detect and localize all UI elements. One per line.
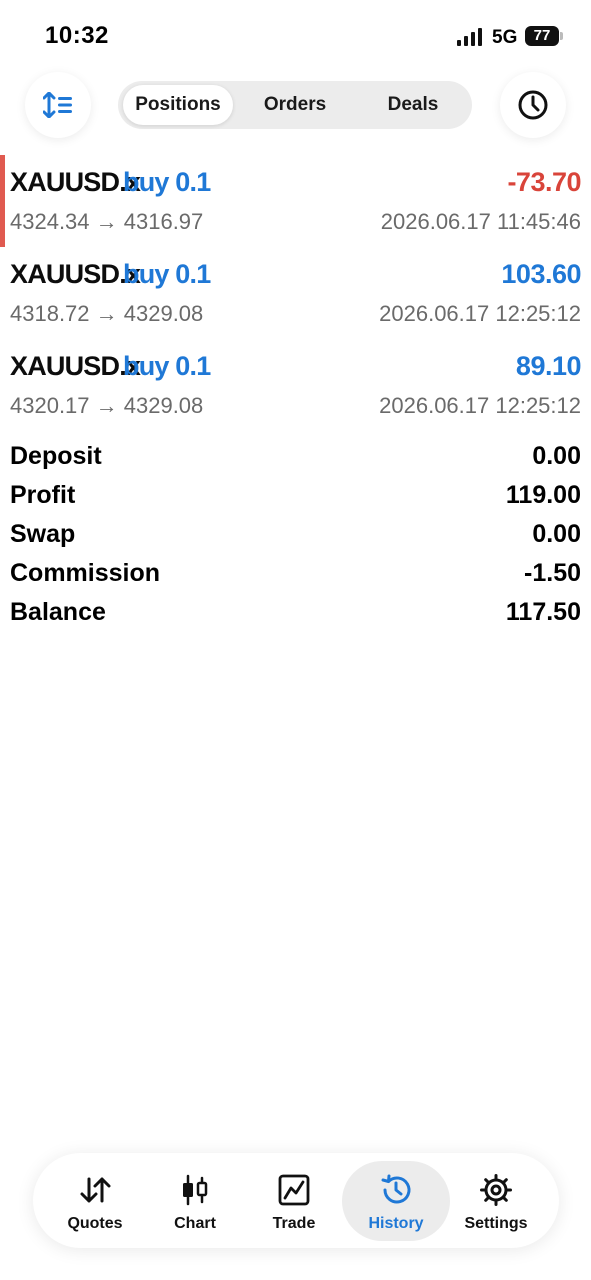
summary-label: Profit [10, 481, 76, 509]
deal-side: buy 0.1 [123, 351, 211, 381]
summary-label: Balance [10, 598, 106, 626]
segment-deals[interactable]: Deals [356, 85, 470, 125]
quotes-arrows-icon [80, 1177, 111, 1203]
network-label: 5G [492, 27, 518, 48]
tab-label: Quotes [67, 1215, 123, 1232]
gear-icon [480, 1174, 512, 1206]
history-summary: Deposit 0.00 Profit 119.00 Swap 0.00 Com… [10, 438, 581, 633]
deal-side: buy 0.1 [123, 259, 211, 289]
battery-icon: 77 [525, 26, 559, 46]
tab-chart[interactable]: Chart [143, 1161, 247, 1241]
summary-label: Commission [10, 559, 161, 587]
deal-symbol: XAUUSD.x [10, 351, 141, 381]
deal-profit: -73.70 [507, 167, 581, 197]
status-bar: 10:32 5G 77 [0, 0, 591, 70]
deal-side: buy 0.1 [123, 167, 211, 197]
summary-value: 0.00 [532, 520, 581, 548]
deal-prices: 4318.72 → 4329.08 [10, 301, 204, 326]
summary-label: Deposit [10, 442, 102, 470]
deal-row[interactable]: XAUUSD.x buy 0.1 89.10 4320.17 → 4329.08… [0, 339, 591, 431]
summary-value: 0.00 [532, 442, 581, 470]
tab-label: Settings [464, 1215, 528, 1232]
bottom-tab-bar: Quotes Chart Trade History Settings [33, 1153, 559, 1248]
summary-value: -1.50 [524, 559, 581, 587]
candlestick-icon [183, 1174, 208, 1206]
tab-settings[interactable]: Settings [444, 1161, 548, 1241]
status-time: 10:32 [45, 22, 109, 49]
deal-profit: 89.10 [515, 351, 582, 381]
deal-row[interactable]: XAUUSD.x buy 0.1 -73.70 4324.34 → 4316.9… [0, 155, 591, 247]
deal-time: 2026.06.17 12:25:12 [379, 301, 581, 326]
trade-chart-icon [278, 1174, 310, 1206]
deal-symbol: XAUUSD.x [10, 259, 141, 289]
tab-trade[interactable]: Trade [242, 1161, 346, 1241]
summary-commission: Commission -1.50 [10, 555, 581, 594]
tab-quotes[interactable]: Quotes [43, 1161, 147, 1241]
tab-history[interactable]: History [342, 1161, 450, 1241]
sort-button[interactable] [25, 72, 91, 138]
tab-label: History [368, 1215, 424, 1232]
deal-row[interactable]: XAUUSD.x buy 0.1 103.60 4318.72 → 4329.0… [0, 247, 591, 339]
summary-swap: Swap 0.00 [10, 516, 581, 555]
summary-value: 119.00 [505, 481, 581, 509]
sort-icon [43, 92, 72, 118]
deal-prices: 4320.17 → 4329.08 [10, 393, 204, 418]
battery-level: 77 [533, 27, 551, 44]
tab-label: Trade [272, 1215, 316, 1232]
segment-orders[interactable]: Orders [238, 85, 352, 125]
deal-profit: 103.60 [501, 259, 581, 289]
tab-label: Chart [174, 1215, 216, 1232]
segment-positions[interactable]: Positions [123, 85, 233, 125]
summary-balance: Balance 117.50 [10, 594, 581, 633]
deal-time: 2026.06.17 11:45:46 [380, 209, 581, 234]
summary-deposit: Deposit 0.00 [10, 438, 581, 477]
signal-icon [457, 28, 482, 46]
history-icon [381, 1174, 411, 1204]
battery-cap [560, 32, 563, 40]
summary-label: Swap [10, 520, 76, 548]
deal-time: 2026.06.17 12:25:12 [379, 393, 581, 418]
deal-prices: 4324.34 → 4316.97 [10, 209, 204, 234]
period-button[interactable] [500, 72, 566, 138]
view-segmented-control: Positions Orders Deals [118, 81, 472, 129]
deal-symbol: XAUUSD.x [10, 167, 141, 197]
summary-profit: Profit 119.00 [10, 477, 581, 516]
clock-icon [518, 90, 548, 120]
summary-value: 117.50 [505, 598, 581, 626]
